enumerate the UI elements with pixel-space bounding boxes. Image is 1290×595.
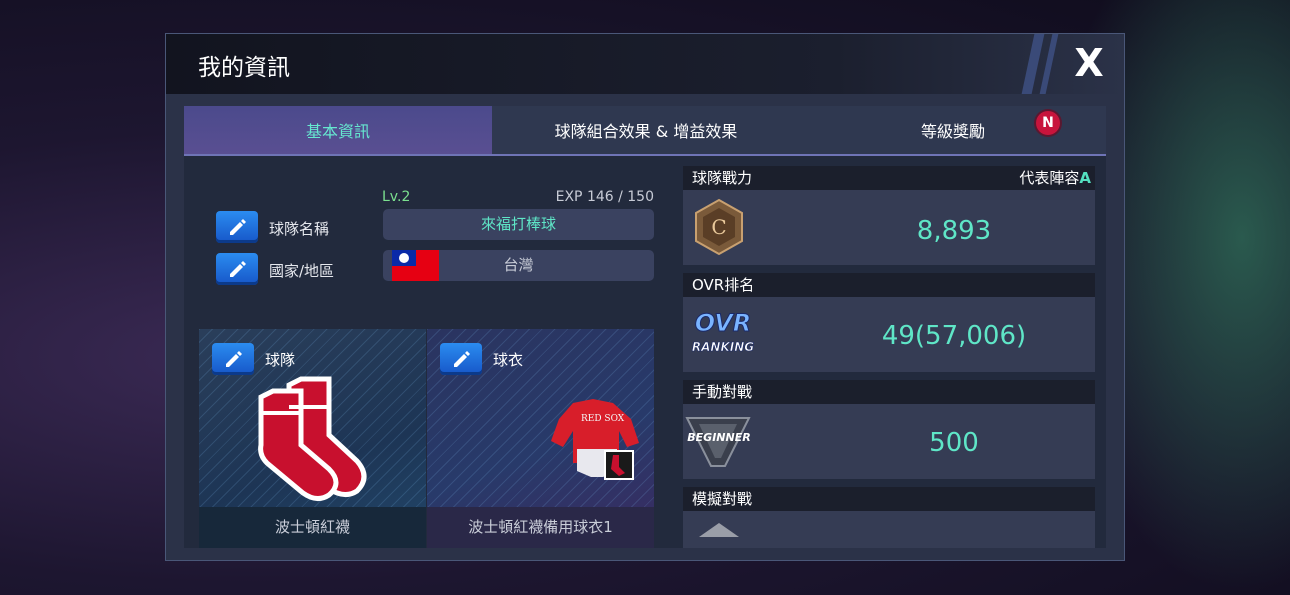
sim-battle-title: 模擬對戰	[692, 490, 753, 508]
team-name-caption: 波士頓紅襪	[199, 507, 426, 548]
rank-letter: C	[711, 215, 726, 239]
manual-battle-panel[interactable]: 手動對戰 BEGINNER 500	[683, 380, 1095, 479]
tab-team-synergy[interactable]: 球隊組合效果 & 增益效果	[492, 106, 800, 156]
svg-text:BEGINNER: BEGINNER	[687, 431, 750, 444]
uniform-card[interactable]: 球衣 RED SOX 波士頓紅襪備用球衣1	[427, 329, 654, 548]
lineup-value: A	[1079, 169, 1091, 187]
my-info-dialog: 我的資訊 X 基本資訊 球隊組合效果 & 增益效果 等級獎勵 N Lv.2 EX…	[165, 33, 1125, 561]
svg-text:RED SOX: RED SOX	[581, 414, 625, 424]
pencil-icon	[230, 261, 246, 277]
pencil-icon	[454, 351, 470, 367]
tab-basic-info[interactable]: 基本資訊	[184, 106, 492, 156]
manual-battle-value: 500	[929, 428, 979, 458]
stats-section: 球隊戰力 代表陣容A C 8,893 OVR排名 OVR RANKING 49(…	[683, 166, 1095, 548]
sim-battle-header: 模擬對戰	[683, 487, 1095, 511]
exp-text: EXP 146 / 150	[555, 189, 654, 205]
uniform-name-caption: 波士頓紅襪備用球衣1	[427, 507, 654, 548]
manual-battle-header: 手動對戰	[683, 380, 1095, 404]
edit-team-button[interactable]	[212, 343, 254, 375]
profile-section: Lv.2 EXP 146 / 150 球隊名稱 來福打棒球 國家/地區 台灣 球…	[199, 166, 654, 548]
tab-underline	[184, 154, 1106, 156]
edit-uniform-button[interactable]	[440, 343, 482, 375]
ovr-ranking-header: OVR排名	[683, 273, 1095, 297]
tab-bar: 基本資訊 球隊組合效果 & 增益效果 等級獎勵 N	[184, 106, 1106, 156]
team-power-header: 球隊戰力 代表陣容A	[683, 166, 1095, 190]
lineup-selector[interactable]: 代表陣容A	[1019, 166, 1091, 190]
country-value: 台灣	[503, 256, 534, 274]
team-card-label: 球隊	[265, 351, 296, 369]
manual-battle-title: 手動對戰	[692, 383, 753, 401]
team-card[interactable]: 球隊 波士頓紅襪	[199, 329, 426, 548]
tab-level-rewards[interactable]: 等級獎勵	[800, 106, 1106, 156]
ovr-ranking-title: OVR排名	[692, 276, 755, 294]
svg-text:OVR: OVR	[695, 309, 752, 337]
dialog-title: 我的資訊	[198, 55, 290, 81]
team-name-value: 來福打棒球	[480, 215, 556, 233]
svg-text:RANKING: RANKING	[692, 340, 754, 354]
team-name-label: 球隊名稱	[269, 220, 330, 238]
red-sox-logo-icon	[258, 376, 367, 501]
team-power-value: 8,893	[916, 216, 992, 246]
jersey-icon: RED SOX	[551, 399, 639, 480]
country-field[interactable]: 台灣	[383, 250, 654, 281]
team-power-panel: 球隊戰力 代表陣容A C 8,893	[683, 166, 1095, 265]
lineup-label: 代表陣容	[1019, 169, 1080, 187]
ovr-ranking-value: 49(57,006)	[881, 321, 1027, 351]
pencil-icon	[226, 351, 242, 367]
title-bar: 我的資訊 X	[166, 34, 1124, 94]
level-text: Lv.2	[382, 189, 411, 205]
team-name-field[interactable]: 來福打棒球	[383, 209, 654, 240]
uniform-card-label: 球衣	[493, 351, 524, 369]
new-badge: N	[1036, 111, 1060, 135]
beginner-rank-icon: BEGINNER	[685, 417, 751, 467]
edit-team-name-button[interactable]	[216, 211, 258, 243]
pencil-icon	[230, 219, 246, 235]
ovr-ranking-badge-icon: OVR RANKING	[692, 309, 755, 355]
team-power-title: 球隊戰力	[692, 169, 753, 187]
dialog-content: 基本資訊 球隊組合效果 & 增益效果 等級獎勵 N Lv.2 EXP 146 /…	[184, 106, 1106, 548]
ovr-ranking-panel[interactable]: OVR排名 OVR RANKING 49(57,006)	[683, 273, 1095, 372]
rank-hexagon-icon: C	[695, 198, 743, 256]
sim-rank-icon	[699, 523, 739, 537]
edit-country-button[interactable]	[216, 253, 258, 285]
sim-battle-panel[interactable]: 模擬對戰	[683, 487, 1095, 548]
country-label: 國家/地區	[269, 262, 335, 280]
close-icon[interactable]: X	[1068, 42, 1110, 84]
